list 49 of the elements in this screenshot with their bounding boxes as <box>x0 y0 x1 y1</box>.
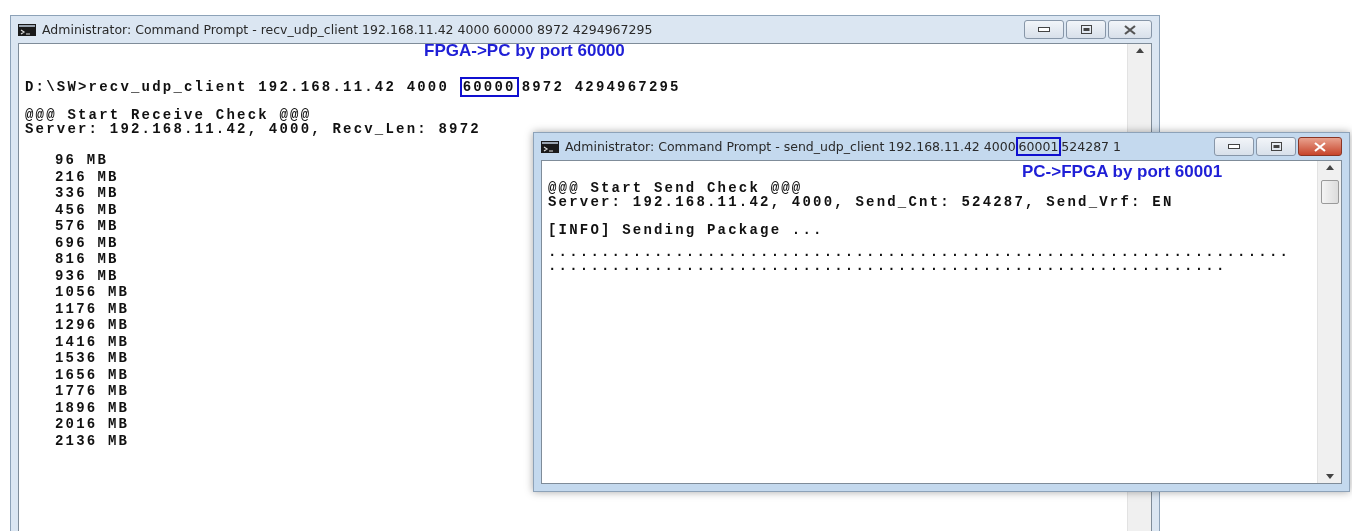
progress-line: 1536 MB <box>55 350 130 367</box>
progress-line: 2136 MB <box>55 432 130 449</box>
maximize-button[interactable] <box>1066 20 1106 39</box>
progress-line: 1896 MB <box>55 399 130 416</box>
progress-line: 1176 MB <box>55 300 130 317</box>
output-line: @@@ Start Send Check @@@ <box>548 181 803 195</box>
progress-line: 1416 MB <box>55 333 130 350</box>
maximize-icon <box>1080 25 1092 34</box>
close-button[interactable] <box>1108 20 1152 39</box>
progress-line: 96 MB <box>55 152 108 169</box>
minimize-button[interactable] <box>1214 137 1254 156</box>
annotation-label: FPGA->PC by port 60000 <box>424 44 625 58</box>
command-prompt-icon <box>541 140 559 153</box>
progress-line: 936 MB <box>55 267 119 284</box>
progress-line: 576 MB <box>55 218 119 235</box>
command-prompt-icon <box>18 23 36 36</box>
progress-line: 456 MB <box>55 201 119 218</box>
status-line: [INFO] Sending Package ... <box>548 223 824 237</box>
progress-line: 1776 MB <box>55 383 130 400</box>
output-line: @@@ Start Receive Check @@@ <box>25 108 312 122</box>
progress-line: 1056 MB <box>55 284 130 301</box>
progress-line: 696 MB <box>55 234 119 251</box>
progress-line: 336 MB <box>55 185 119 202</box>
maximize-icon <box>1270 142 1282 151</box>
scroll-up-icon[interactable] <box>1135 48 1144 53</box>
progress-line: 1296 MB <box>55 317 130 334</box>
minimize-icon <box>1038 26 1050 33</box>
maximize-button[interactable] <box>1256 137 1296 156</box>
minimize-icon <box>1228 143 1240 150</box>
scrollbar[interactable] <box>1317 161 1341 483</box>
progress-line: 816 MB <box>55 251 119 268</box>
progress-line: 2016 MB <box>55 416 130 433</box>
progress-dots: ................................................................ <box>548 259 1227 273</box>
progress-line: 216 MB <box>55 168 119 185</box>
scroll-up-icon[interactable] <box>1325 165 1334 170</box>
progress-line: 1656 MB <box>55 366 130 383</box>
close-icon <box>1124 24 1136 35</box>
window-title: Administrator: Command Prompt - send_udp_client 192.168.11.42 4000 60001 524287 1 <box>565 139 1122 154</box>
progress-dots: ...................................................................... <box>548 245 1291 259</box>
close-button[interactable] <box>1298 137 1342 156</box>
scroll-down-icon[interactable] <box>1325 474 1334 479</box>
scroll-thumb[interactable] <box>1320 180 1339 204</box>
close-icon <box>1314 141 1326 152</box>
output-line: Server: 192.168.11.42, 4000, Send_Cnt: 524287, Send_Vrf: EN <box>548 195 1174 209</box>
output-line: Server: 192.168.11.42, 4000, Recv_Len: 8972 <box>25 122 481 136</box>
window-title: Administrator: Command Prompt - recv_udp_client 192.168.11.42 4000 60000 8972 4294967295 <box>42 22 654 37</box>
command-line: D:\SW>recv_udp_client 192.168.11.42 4000 60000 8972 4294967295 <box>25 80 681 94</box>
minimize-button[interactable] <box>1024 20 1064 39</box>
annotation-label: PC->FPGA by port 60001 <box>1022 165 1223 179</box>
